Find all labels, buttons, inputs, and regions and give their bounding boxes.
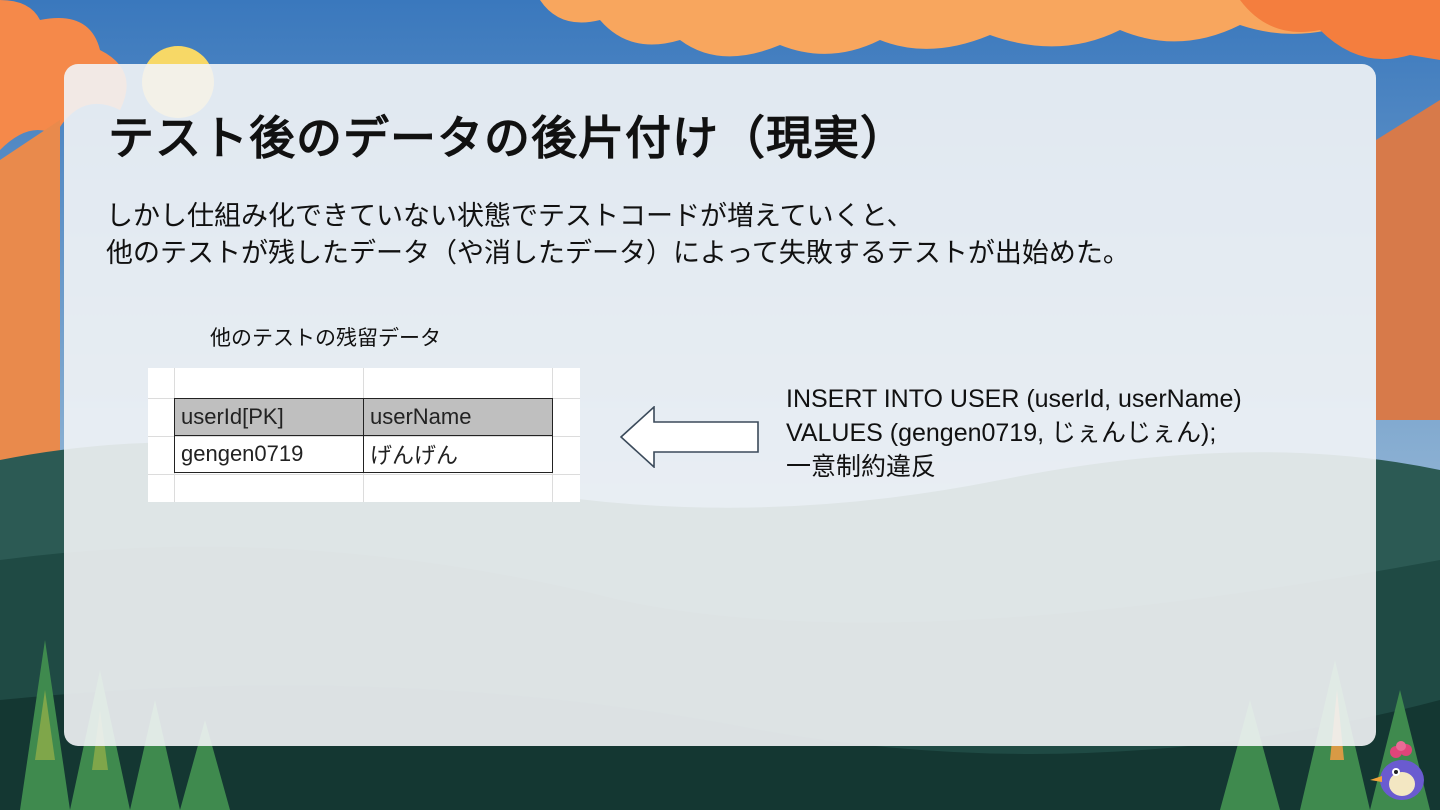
left-arrow-icon (620, 406, 759, 468)
sql-statement: INSERT INTO USER (userId, userName) VALU… (786, 382, 1242, 484)
header-user-id: userId[PK] (174, 398, 364, 436)
description-line-1: しかし仕組み化できていない状態でテストコードが増えていくと、 (106, 201, 914, 232)
bird-mascot-icon (1370, 741, 1424, 800)
table-caption: 他のテストの残留データ (210, 326, 441, 350)
data-table: userId[PK] userName gengen0719 げんげん (174, 398, 553, 473)
table-header-row: userId[PK] userName (174, 398, 553, 436)
content-card: テスト後のデータの後片付け（現実） しかし仕組み化できていない状態でテストコード… (64, 64, 1376, 746)
description: しかし仕組み化できていない状態でテストコードが増えていくと、 他のテストが残した… (106, 198, 1130, 272)
table-row: gengen0719 げんげん (174, 435, 553, 473)
cell-user-id: gengen0719 (174, 435, 364, 473)
description-line-2: 他のテストが残したデータ（や消したデータ）によって失敗するテストが出始めた。 (106, 238, 1130, 269)
header-user-name: userName (363, 398, 553, 436)
sql-error-line: 一意制約違反 (786, 453, 937, 481)
slide-title: テスト後のデータの後片付け（現実） (108, 111, 907, 165)
cell-user-name: げんげん (363, 435, 553, 473)
sql-line-2: VALUES (gengen0719, じぇんじぇん); (786, 419, 1217, 447)
sql-line-1: INSERT INTO USER (userId, userName) (786, 385, 1242, 413)
residual-data-table: userId[PK] userName gengen0719 げんげん (148, 368, 580, 502)
